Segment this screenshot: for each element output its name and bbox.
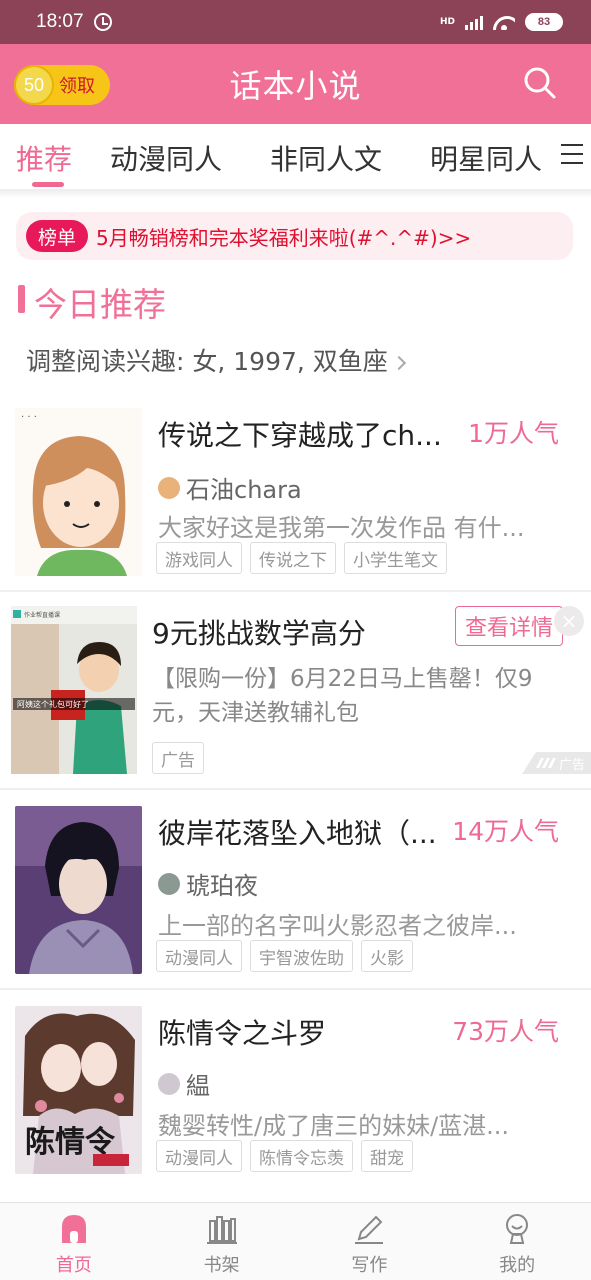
book-title: 彼岸花落坠入地狱（... [158, 817, 437, 850]
ad-description: 【限购一份】6月22日马上售罄！仅9元，天津送教辅礼包 [152, 666, 533, 726]
ad-detail-button[interactable]: 查看详情 [455, 606, 563, 646]
svg-text:· · ·: · · · [21, 412, 37, 423]
book-tag[interactable]: 动漫同人 [156, 940, 242, 972]
reading-interest-text: 调整阅读兴趣: 女, 1997, 双鱼座 [26, 347, 388, 376]
book-description: 魏婴转性/成了唐三的妹妹/蓝湛... [158, 1112, 510, 1140]
section-title: 今日推荐 [34, 285, 166, 324]
banner-text: 5月畅销榜和完本奖福利来啦(#^.^#)>> [96, 225, 472, 250]
book-tag[interactable]: 陈情令忘羡 [250, 1140, 353, 1172]
book-popularity: 1万人气 [468, 419, 559, 448]
ranking-badge: 榜单 [26, 220, 88, 252]
tab-celebrity-fanfic[interactable]: 明星同人 [430, 138, 542, 178]
author-row: 石油chara [158, 470, 302, 505]
tab-anime-fanfic[interactable]: 动漫同人 [110, 138, 222, 178]
battery-icon: 83 [525, 13, 563, 31]
network-label: HD [439, 17, 455, 27]
bottom-nav: 首页 书架 写作 我的 [0, 1202, 591, 1280]
menu-icon[interactable] [561, 144, 583, 164]
nav-label: 书架 [203, 1255, 240, 1276]
home-icon [61, 1215, 86, 1243]
book-tag[interactable]: 传说之下 [250, 542, 336, 574]
book-card[interactable]: 陈情令 陈情令之斗罗 73万人气 緼 魏婴转性/成了唐三的妹妹/蓝湛... 动漫… [0, 990, 591, 1200]
section-marker [18, 285, 25, 313]
book-tag[interactable]: 火影 [361, 940, 413, 972]
nav-home[interactable]: 首页 [0, 1203, 148, 1280]
tabs-shadow [0, 190, 591, 198]
nav-label: 我的 [499, 1255, 536, 1276]
author-name: 緼 [186, 1072, 210, 1100]
nav-write[interactable]: 写作 [296, 1203, 444, 1280]
author-avatar [158, 476, 180, 499]
book-card[interactable]: · · · 传说之下穿越成了ch... 1万人气 石油chara 大家好这是我第… [0, 392, 591, 590]
coin-icon: 50 [14, 65, 54, 105]
pen-icon [355, 1215, 384, 1244]
ad-mark-label: 广告 [558, 757, 585, 773]
author-avatar [158, 1072, 180, 1095]
author-name: 琥珀夜 [186, 872, 258, 900]
tab-recommend[interactable]: 推荐 [16, 138, 72, 178]
coin-claim-button[interactable]: 50 领取 [14, 65, 110, 105]
bookshelf-icon [206, 1216, 237, 1244]
book-cover[interactable]: · · · [15, 408, 142, 576]
book-card[interactable]: 彼岸花落坠入地狱（... 14万人气 琥珀夜 上一部的名字叫火影忍者之彼岸...… [0, 790, 591, 988]
nav-profile[interactable]: 我的 [443, 1203, 591, 1280]
ad-image-brand: 作业帮直播课 [24, 611, 60, 619]
tab-active-indicator [32, 182, 64, 187]
wifi-icon [493, 14, 515, 30]
close-icon[interactable]: × [554, 606, 584, 636]
book-popularity: 73万人气 [452, 1017, 559, 1046]
ad-card[interactable]: 作业帮直播课 阿姨这个礼包可好了 9元挑战数学高分 查看详情 【限购一份】6月2… [0, 592, 591, 788]
ranking-banner[interactable]: 榜单 5月畅销榜和完本奖福利来啦(#^.^#)>> [16, 212, 573, 260]
tag-list: 动漫同人 宇智波佐助 火影 [156, 940, 413, 972]
tag-list: 动漫同人 陈情令忘羡 甜宠 [156, 1140, 413, 1172]
alarm-icon [93, 13, 112, 31]
book-description: 上一部的名字叫火影忍者之彼岸... [158, 912, 517, 940]
ad-title: 9元挑战数学高分 [152, 617, 366, 650]
book-title: 陈情令之斗罗 [158, 1017, 327, 1050]
book-tag[interactable]: 动漫同人 [156, 1140, 242, 1172]
book-cover[interactable]: 陈情令 [15, 1006, 142, 1174]
author-avatar [158, 872, 180, 895]
chevron-right-icon [391, 355, 406, 371]
ad-logo-icon [535, 758, 556, 768]
book-tag[interactable]: 游戏同人 [156, 542, 242, 574]
book-title: 传说之下穿越成了ch... [158, 419, 442, 452]
author-name: 石油chara [186, 476, 302, 504]
nav-bookshelf[interactable]: 书架 [148, 1203, 296, 1280]
book-tag[interactable]: 甜宠 [361, 1140, 413, 1172]
signal-icon [465, 14, 483, 30]
ad-mark: 广告 [522, 752, 591, 774]
book-tag[interactable]: 宇智波佐助 [250, 940, 353, 972]
nav-label: 写作 [351, 1255, 388, 1276]
status-time: 18:07 [36, 11, 84, 32]
reading-interest-link[interactable]: 调整阅读兴趣: 女, 1997, 双鱼座 [26, 342, 406, 378]
book-description: 大家好这是我第一次发作品 有什... [158, 514, 525, 542]
app-header: 50 领取 话本小说 [0, 44, 591, 124]
nav-label: 首页 [55, 1255, 92, 1276]
coin-claim-label: 领取 [59, 76, 95, 97]
category-tabs: 推荐 动漫同人 非同人文 明星同人 [0, 124, 591, 190]
book-cover[interactable] [15, 806, 142, 974]
tab-original[interactable]: 非同人文 [270, 138, 382, 178]
search-icon[interactable] [523, 66, 557, 100]
author-row: 琥珀夜 [158, 866, 258, 901]
status-bar: 18:07 HD 83 [0, 0, 591, 44]
ad-tag: 广告 [152, 742, 204, 774]
ad-image[interactable]: 作业帮直播课 阿姨这个礼包可好了 [11, 606, 137, 774]
book-tag[interactable]: 小学生笔文 [344, 542, 447, 574]
ad-image-caption: 阿姨这个礼包可好了 [17, 699, 89, 709]
author-row: 緼 [158, 1066, 210, 1101]
profile-icon [506, 1214, 529, 1244]
tag-list: 游戏同人 传说之下 小学生笔文 [156, 542, 447, 574]
book-popularity: 14万人气 [452, 817, 559, 846]
status-icons: HD 83 [440, 13, 563, 31]
